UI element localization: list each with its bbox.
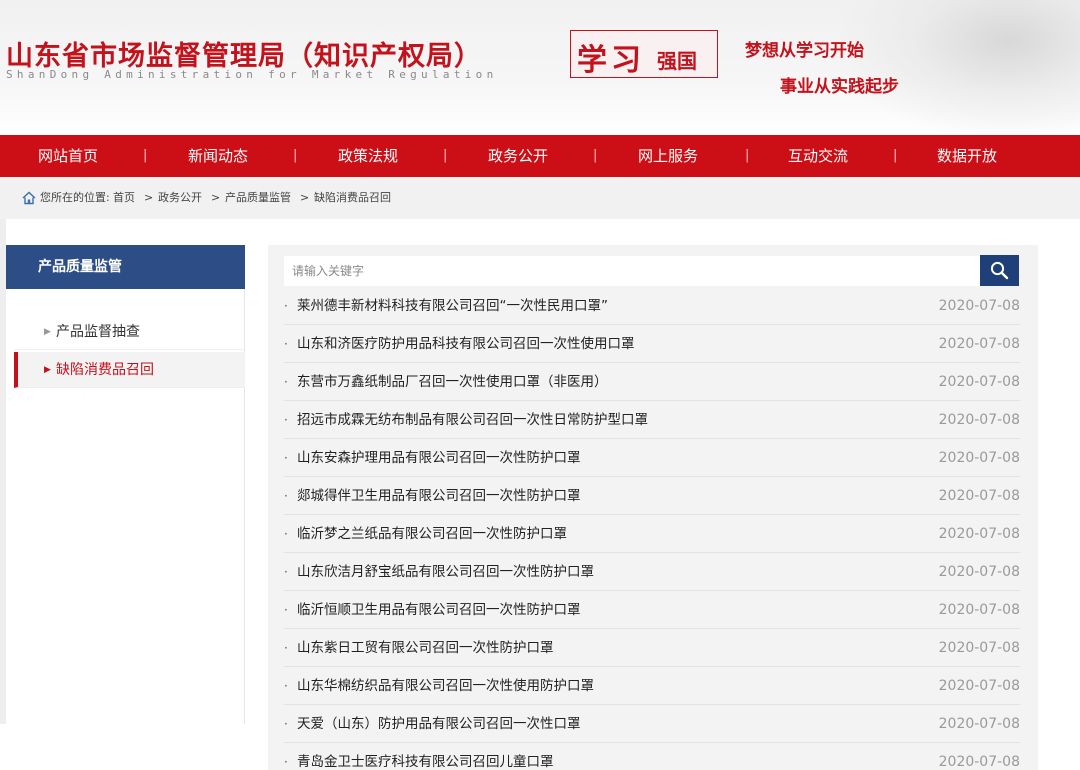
caret-right-icon: ▶ bbox=[44, 365, 51, 375]
xuexi-qiangguo-logo[interactable]: 学习 强国 bbox=[570, 30, 718, 78]
list-item[interactable]: · 青岛金卫士医疗科技有限公司召回儿童口罩 2020-07-08 bbox=[284, 743, 1020, 770]
nav-item-interaction[interactable]: 互动交流 bbox=[788, 135, 848, 177]
bullet: · bbox=[284, 717, 288, 731]
list-item-title[interactable]: 天爱（山东）防护用品有限公司召回一次性口罩 bbox=[297, 705, 581, 743]
site-header: 山东省市场监督管理局（知识产权局） ShanDong Administratio… bbox=[0, 0, 1080, 135]
list-item[interactable]: · 山东安森护理用品有限公司召回一次性防护口罩 2020-07-08 bbox=[284, 439, 1020, 477]
bullet: · bbox=[284, 451, 288, 465]
search-button[interactable] bbox=[980, 255, 1019, 286]
list-item-title[interactable]: 郯城得伴卫生用品有限公司召回一次性防护口罩 bbox=[297, 477, 581, 515]
list-item-date: 2020-07-08 bbox=[938, 678, 1020, 694]
bullet: · bbox=[284, 299, 288, 313]
caret-right-icon: ▶ bbox=[44, 327, 51, 337]
list-item[interactable]: · 郯城得伴卫生用品有限公司召回一次性防护口罩 2020-07-08 bbox=[284, 477, 1020, 515]
bullet: · bbox=[284, 679, 288, 693]
breadcrumb-separator: > bbox=[211, 191, 221, 204]
list-item-date: 2020-07-08 bbox=[938, 526, 1020, 542]
sidebar-item-recall[interactable]: ▶ 缺陷消费品召回 bbox=[14, 352, 245, 388]
list-item-title[interactable]: 山东和济医疗防护用品科技有限公司召回一次性使用口罩 bbox=[297, 325, 635, 363]
bullet: · bbox=[284, 755, 288, 769]
bullet: · bbox=[284, 337, 288, 351]
list-item[interactable]: · 山东欣洁月舒宝纸品有限公司召回一次性防护口罩 2020-07-08 bbox=[284, 553, 1020, 591]
list-item-date: 2020-07-08 bbox=[938, 716, 1020, 732]
bullet: · bbox=[284, 603, 288, 617]
list-item-title[interactable]: 临沂恒顺卫生用品有限公司召回一次性防护口罩 bbox=[297, 591, 581, 629]
nav-item-home[interactable]: 网站首页 bbox=[38, 135, 98, 177]
list-item-date: 2020-07-08 bbox=[938, 450, 1020, 466]
bullet: · bbox=[284, 413, 288, 427]
list-item-date: 2020-07-08 bbox=[938, 754, 1020, 770]
nav-separator: | bbox=[593, 148, 598, 163]
slogan-line-1: 梦想从学习开始 bbox=[745, 41, 864, 61]
sidebar-heading-label: 产品质量监管 bbox=[38, 259, 122, 275]
list-item-date: 2020-07-08 bbox=[938, 336, 1020, 352]
nav-item-open-data[interactable]: 数据开放 bbox=[937, 135, 997, 177]
nav-item-gov-affairs[interactable]: 政务公开 bbox=[488, 135, 548, 177]
nav-item-news[interactable]: 新闻动态 bbox=[188, 135, 248, 177]
calligraphy-decoration bbox=[840, 0, 1080, 135]
list-item-title[interactable]: 青岛金卫士医疗科技有限公司召回儿童口罩 bbox=[297, 743, 554, 770]
bullet: · bbox=[284, 489, 288, 503]
list-item-date: 2020-07-08 bbox=[938, 564, 1020, 580]
breadcrumb: 您所在的位置: 首页 > 政务公开 > 产品质量监管 > 缺陷消费品召回 bbox=[0, 177, 1080, 219]
nav-separator: | bbox=[745, 148, 750, 163]
bullet: · bbox=[284, 375, 288, 389]
sidebar-item-label: 产品监督抽查 bbox=[56, 324, 140, 340]
list-item[interactable]: · 山东紫日工贸有限公司召回一次性防护口罩 2020-07-08 bbox=[284, 629, 1020, 667]
list-item-title[interactable]: 山东华棉纺织品有限公司召回一次性使用防护口罩 bbox=[297, 667, 594, 705]
list-item[interactable]: · 东营市万鑫纸制品厂召回一次性使用口罩（非医用） 2020-07-08 bbox=[284, 363, 1020, 401]
list-item-date: 2020-07-08 bbox=[938, 488, 1020, 504]
sidebar-item-label: 缺陷消费品召回 bbox=[56, 362, 154, 378]
main-nav: 网站首页 | 新闻动态 | 政策法规 | 政务公开 | 网上服务 | 互动交流 … bbox=[0, 135, 1080, 177]
list-item-title[interactable]: 山东安森护理用品有限公司召回一次性防护口罩 bbox=[297, 439, 581, 477]
list-item[interactable]: · 临沂恒顺卫生用品有限公司召回一次性防护口罩 2020-07-08 bbox=[284, 591, 1020, 629]
home-icon bbox=[22, 191, 36, 205]
nav-separator: | bbox=[443, 148, 448, 163]
search-icon bbox=[990, 261, 1009, 280]
nav-separator: | bbox=[143, 148, 148, 163]
nav-separator: | bbox=[293, 148, 298, 163]
list-item-date: 2020-07-08 bbox=[938, 412, 1020, 428]
nav-separator: | bbox=[893, 148, 898, 163]
list-item-date: 2020-07-08 bbox=[938, 640, 1020, 656]
bullet: · bbox=[284, 641, 288, 655]
list-item-title[interactable]: 东营市万鑫纸制品厂召回一次性使用口罩（非医用） bbox=[297, 363, 608, 401]
slogan-line-2: 事业从实践起步 bbox=[780, 77, 899, 97]
list-item-date: 2020-07-08 bbox=[938, 298, 1020, 314]
breadcrumb-home[interactable]: 首页 bbox=[113, 177, 135, 219]
bullet: · bbox=[284, 527, 288, 541]
list-item[interactable]: · 临沂梦之兰纸品有限公司召回一次性防护口罩 2020-07-08 bbox=[284, 515, 1020, 553]
logo-small-text: 强国 bbox=[657, 49, 697, 73]
breadcrumb-separator: > bbox=[300, 191, 310, 204]
breadcrumb-gov-affairs[interactable]: 政务公开 bbox=[158, 177, 202, 219]
search-input[interactable] bbox=[284, 256, 980, 286]
logo-big-text: 学习 bbox=[577, 43, 645, 78]
nav-item-online-service[interactable]: 网上服务 bbox=[638, 135, 698, 177]
sidebar-item-spot-check[interactable]: ▶ 产品监督抽查 bbox=[14, 314, 245, 350]
list-item[interactable]: · 山东华棉纺织品有限公司召回一次性使用防护口罩 2020-07-08 bbox=[284, 667, 1020, 705]
list-item[interactable]: · 山东和济医疗防护用品科技有限公司召回一次性使用口罩 2020-07-08 bbox=[284, 325, 1020, 363]
breadcrumb-current: 缺陷消费品召回 bbox=[314, 191, 391, 204]
bullet: · bbox=[284, 565, 288, 579]
breadcrumb-separator: > bbox=[144, 191, 154, 204]
list-item[interactable]: · 莱州德丰新材料科技有限公司召回“一次性民用口罩” 2020-07-08 bbox=[284, 287, 1020, 325]
list-item-title[interactable]: 莱州德丰新材料科技有限公司召回“一次性民用口罩” bbox=[297, 287, 608, 325]
breadcrumb-quality[interactable]: 产品质量监管 bbox=[225, 177, 291, 219]
breadcrumb-prefix: 您所在的位置: bbox=[40, 191, 110, 204]
list-item-title[interactable]: 山东紫日工贸有限公司召回一次性防护口罩 bbox=[297, 629, 554, 667]
site-subtitle: ShanDong Administration for Market Regul… bbox=[6, 68, 498, 81]
list-item[interactable]: · 天爱（山东）防护用品有限公司召回一次性口罩 2020-07-08 bbox=[284, 705, 1020, 743]
list-item-title[interactable]: 招远市成霖无纺布制品有限公司召回一次性日常防护型口罩 bbox=[297, 401, 648, 439]
sidebar-heading: 产品质量监管 bbox=[6, 245, 245, 289]
nav-item-policy[interactable]: 政策法规 bbox=[338, 135, 398, 177]
list-item-title[interactable]: 山东欣洁月舒宝纸品有限公司召回一次性防护口罩 bbox=[297, 553, 594, 591]
list-item-title[interactable]: 临沂梦之兰纸品有限公司召回一次性防护口罩 bbox=[297, 515, 567, 553]
list-item-date: 2020-07-08 bbox=[938, 602, 1020, 618]
list-item[interactable]: · 招远市成霖无纺布制品有限公司召回一次性日常防护型口罩 2020-07-08 bbox=[284, 401, 1020, 439]
list-item-date: 2020-07-08 bbox=[938, 374, 1020, 390]
